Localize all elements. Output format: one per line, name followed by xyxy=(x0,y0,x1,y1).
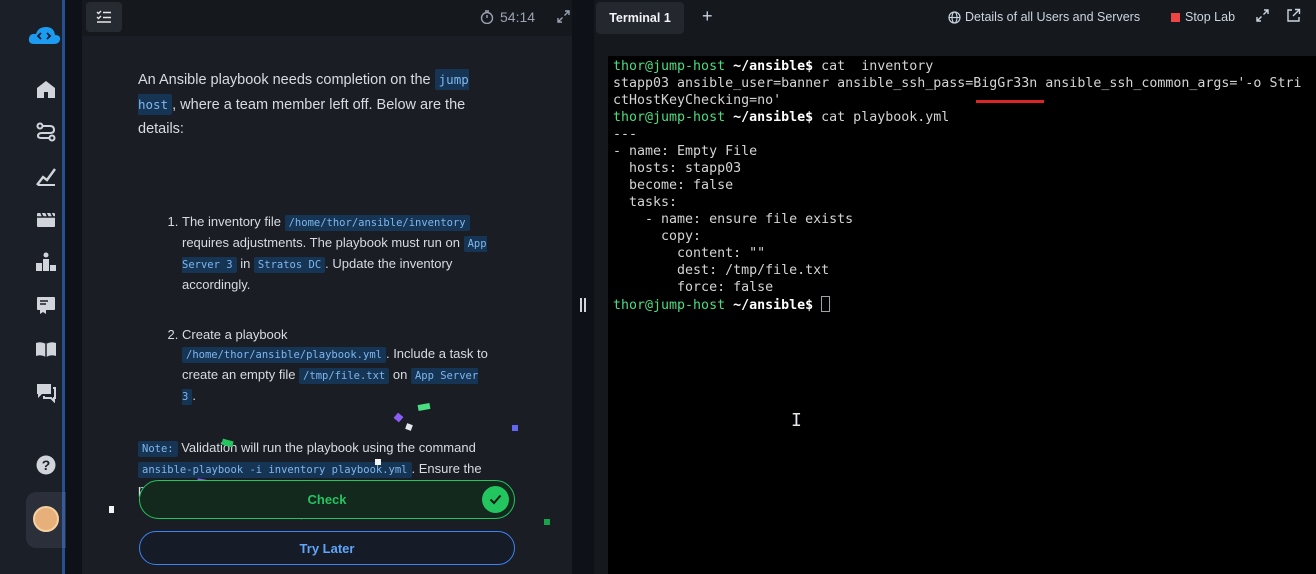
video-icon[interactable] xyxy=(34,207,58,231)
details-link[interactable]: Details of all Users and Servers xyxy=(948,10,1140,24)
check-icon xyxy=(482,486,509,513)
chat-icon[interactable] xyxy=(34,380,58,404)
book-icon[interactable] xyxy=(34,337,58,361)
leaderboard-icon[interactable] xyxy=(34,250,58,274)
code-chip: ansible-playbook -i inventory playbook.y… xyxy=(138,461,412,478)
list-icon[interactable] xyxy=(86,2,122,32)
external-link-icon[interactable] xyxy=(1286,8,1301,26)
help-icon[interactable]: ? xyxy=(34,453,58,477)
code-chip: /home/thor/ansible/inventory xyxy=(284,214,470,231)
add-tab-button[interactable]: + xyxy=(702,6,713,27)
panel-resize-handle[interactable] xyxy=(580,298,586,312)
rail-divider xyxy=(62,0,65,574)
stop-icon xyxy=(1171,12,1180,22)
fullscreen-icon[interactable] xyxy=(1256,9,1269,25)
terminal-screen[interactable]: thor@jump-host ~/ansible$ cat inventory … xyxy=(608,56,1316,574)
list-item: The inventory file /home/thor/ansible/in… xyxy=(182,212,498,294)
app-root: ? 54:14 An Ansible playbook needs comple… xyxy=(0,0,1316,574)
code-chip: Stratos DC xyxy=(253,256,326,273)
expand-icon[interactable] xyxy=(557,10,570,26)
left-nav-rail: ? xyxy=(0,0,66,574)
red-underline-annotation xyxy=(976,100,1044,103)
task-list: The inventory file /home/thor/ansible/in… xyxy=(182,212,498,407)
terminal-cursor xyxy=(821,296,831,312)
question-body: An Ansible playbook needs completion on … xyxy=(138,68,498,499)
text-cursor-icon: I xyxy=(791,410,802,431)
certificate-icon[interactable] xyxy=(34,293,58,317)
avatar[interactable] xyxy=(26,492,66,548)
globe-icon xyxy=(948,10,961,24)
cloud-logo-icon[interactable] xyxy=(26,24,62,48)
confetti xyxy=(0,0,550,525)
note-label: Note: xyxy=(138,440,178,457)
stopwatch-icon xyxy=(480,10,494,24)
question-header: 54:14 xyxy=(82,0,572,36)
intro-paragraph: An Ansible playbook needs completion on … xyxy=(138,68,498,142)
try-later-button[interactable]: Try Later xyxy=(139,531,515,565)
code-chip: /tmp/file.txt xyxy=(299,367,390,384)
stop-lab-button[interactable]: Stop Lab xyxy=(1171,10,1235,24)
chart-icon[interactable] xyxy=(34,164,58,188)
terminal-tab-bar: Terminal 1 + Details of all Users and Se… xyxy=(594,0,1316,36)
terminal-output: thor@jump-host ~/ansible$ cat inventory … xyxy=(613,59,1302,313)
route-icon[interactable] xyxy=(34,120,58,144)
svg-text:?: ? xyxy=(42,457,51,473)
timer-value: 54:14 xyxy=(500,9,536,25)
list-item: Create a playbook /home/thor/ansible/pla… xyxy=(182,325,498,407)
home-icon[interactable] xyxy=(34,77,58,101)
timer: 54:14 xyxy=(480,9,535,25)
check-button[interactable]: Check xyxy=(139,480,515,519)
tab-terminal-1[interactable]: Terminal 1 xyxy=(596,2,684,34)
code-chip: /home/thor/ansible/playbook.yml xyxy=(182,346,386,363)
